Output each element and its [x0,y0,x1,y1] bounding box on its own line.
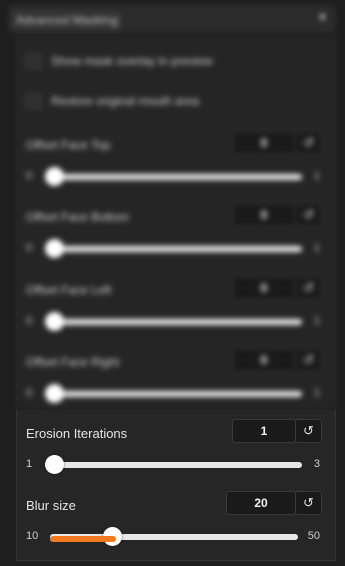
slider-thumb[interactable] [44,455,64,474]
restore-mouth-label: Restore original mouth area [51,94,200,108]
slider-max: 3 [313,458,320,470]
slider-min: 0 [26,315,33,327]
offset-top-number-input[interactable]: 0 [232,131,296,155]
slider-thumb[interactable] [44,167,64,186]
slider-thumb[interactable] [44,239,64,258]
slider-track[interactable] [48,246,302,252]
slider-offset-face-right: Offset Face Right 0 ↺ 0 1 [16,348,334,405]
erosion-number-input[interactable]: 1 [232,419,296,443]
reset-icon[interactable]: ↺ [295,348,322,372]
slider-label: Offset Face Right [26,355,120,369]
slider-label: Offset Face Bottom [26,210,130,224]
slider-track[interactable] [48,319,302,325]
slider-min: 0 [26,242,33,254]
reset-icon[interactable]: ↺ [295,131,322,155]
slider-thumb[interactable] [44,384,64,403]
slider-min: 0 [26,170,33,182]
slider-thumb[interactable] [44,312,64,331]
slider-label: Offset Face Left [26,283,112,297]
slider-track[interactable] [48,174,302,180]
slider-max: 1 [313,387,320,399]
checkbox-row-restore-mouth[interactable]: Restore original mouth area [26,92,199,110]
slider-track[interactable] [48,462,302,468]
checkbox-row-show-mask[interactable]: Show mask overlay in preview [26,52,212,70]
slider-offset-face-top: Offset Face Top 0 ↺ 0 1 [16,131,334,188]
accordion-title: Advanced Masking [13,12,121,28]
chevron-down-icon[interactable]: ▼ [317,12,328,24]
reset-icon[interactable]: ↺ [295,419,322,443]
reset-icon[interactable]: ↺ [295,491,322,515]
slider-max: 50 [307,530,320,542]
offset-right-number-input[interactable]: 0 [232,348,296,372]
show-mask-label: Show mask overlay in preview [51,54,213,68]
slider-erosion-iterations: Erosion Iterations 1 ↺ 1 3 [16,419,334,476]
slider-max: 1 [313,315,320,327]
slider-label: Erosion Iterations [26,426,128,441]
slider-min: 1 [26,458,33,470]
slider-track[interactable] [48,391,302,397]
reset-icon[interactable]: ↺ [295,276,322,300]
slider-label: Blur size [26,498,76,513]
slider-max: 1 [313,242,320,254]
slider-offset-face-bottom: Offset Face Bottom 0 ↺ 0 1 [16,203,334,260]
offset-bottom-number-input[interactable]: 0 [232,203,296,227]
offset-left-number-input[interactable]: 0 [232,276,296,300]
slider-offset-face-left: Offset Face Left 0 ↺ 0 1 [16,276,334,333]
slider-label: Offset Face Top [26,138,111,152]
accordion-header-advanced-masking[interactable]: Advanced Masking ▼ [9,6,335,32]
slider-min: 0 [26,387,33,399]
slider-max: 1 [313,170,320,182]
blur-size-number-input[interactable]: 20 [226,491,296,515]
restore-mouth-checkbox[interactable] [26,93,41,109]
show-mask-checkbox[interactable] [26,53,41,69]
blur-size-slider-fill [50,536,116,542]
reset-icon[interactable]: ↺ [295,203,322,227]
slider-min: 10 [26,530,39,542]
